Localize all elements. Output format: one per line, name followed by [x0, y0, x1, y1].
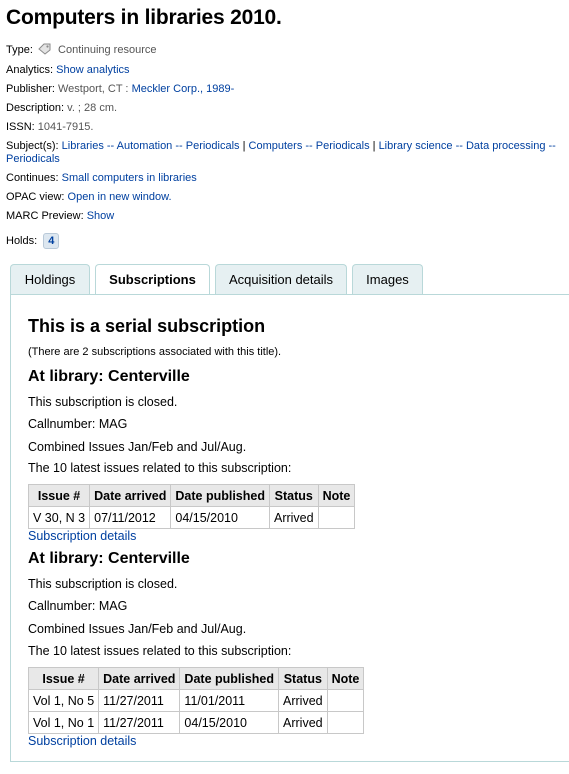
- subscription-count-note: (There are 2 subscriptions associated wi…: [28, 346, 282, 358]
- subjects-row: Subject(s): Libraries -- Automation -- P…: [6, 140, 566, 166]
- cell-date-published: 11/01/2011: [179, 689, 280, 712]
- library-heading: At library: Centerville: [28, 368, 190, 385]
- subscription-details-link[interactable]: Subscription details: [28, 734, 136, 748]
- table-row: V 30, N 3 07/11/2012 04/15/2010 Arrived: [27, 506, 356, 529]
- description-row: Description: v. ; 28 cm.: [6, 102, 117, 115]
- subject-separator: |: [239, 140, 249, 152]
- cell-issue: Vol 1, No 5: [27, 689, 100, 712]
- table-header-row: Issue # Date arrived Date published Stat…: [27, 484, 356, 507]
- cell-issue: Vol 1, No 1: [27, 711, 100, 734]
- cell-date-arrived: 11/27/2011: [98, 689, 181, 712]
- cell-date-arrived: 11/27/2011: [98, 711, 181, 734]
- subscription-status-text: This subscription is closed.: [28, 577, 178, 591]
- col-date-arrived: Date arrived: [98, 667, 181, 690]
- table-row: Vol 1, No 5 11/27/2011 11/01/2011 Arrive…: [27, 689, 365, 712]
- type-row: Type: Continuing resource: [6, 43, 156, 59]
- cell-status: Arrived: [268, 506, 319, 529]
- combined-issues-text: Combined Issues Jan/Feb and Jul/Aug.: [28, 440, 247, 454]
- cell-date-arrived: 07/11/2012: [89, 506, 172, 529]
- col-status: Status: [278, 667, 328, 690]
- subscription-details-link[interactable]: Subscription details: [28, 529, 136, 543]
- col-issue-number: Issue #: [27, 484, 91, 507]
- table-header-row: Issue # Date arrived Date published Stat…: [27, 667, 365, 690]
- col-date-published: Date published: [170, 484, 270, 507]
- callnumber-text: Callnumber: MAG: [28, 599, 128, 613]
- cell-note: [326, 689, 365, 712]
- analytics-row: Analytics: Show analytics: [6, 64, 130, 77]
- subscription-heading: This is a serial subscription: [28, 316, 266, 336]
- opac-row: OPAC view: Open in new window.: [6, 191, 172, 204]
- callnumber-text: Callnumber: MAG: [28, 417, 128, 431]
- cell-status: Arrived: [278, 689, 328, 712]
- subjects-label: Subject(s):: [6, 140, 59, 152]
- col-issue-number: Issue #: [27, 667, 100, 690]
- tab-acquisition-details[interactable]: Acquisition details: [215, 264, 347, 294]
- issues-table: Issue # Date arrived Date published Stat…: [27, 484, 356, 529]
- col-note: Note: [326, 667, 365, 690]
- marc-show-link[interactable]: Show: [87, 210, 115, 222]
- subscription-status-text: This subscription is closed.: [28, 395, 178, 409]
- cell-status: Arrived: [278, 711, 328, 734]
- cell-note: [326, 711, 365, 734]
- issues-table: Issue # Date arrived Date published Stat…: [27, 667, 365, 734]
- table-row: Vol 1, No 1 11/27/2011 04/15/2010 Arrive…: [27, 711, 365, 734]
- subject-link[interactable]: Computers -- Periodicals: [249, 140, 370, 152]
- cell-date-published: 04/15/2010: [179, 711, 280, 734]
- issn-row: ISSN: 1041-7915.: [6, 121, 93, 134]
- combined-issues-text: Combined Issues Jan/Feb and Jul/Aug.: [28, 622, 247, 636]
- subscriptions-panel: This is a serial subscription (There are…: [10, 294, 569, 762]
- show-analytics-link[interactable]: Show analytics: [56, 64, 129, 76]
- opac-link[interactable]: Open in new window.: [68, 191, 172, 203]
- tab-holdings[interactable]: Holdings: [10, 264, 90, 294]
- holds-label: Holds:: [6, 235, 38, 247]
- description-label: Description:: [6, 102, 65, 114]
- cell-date-published: 04/15/2010: [170, 506, 270, 529]
- continues-link[interactable]: Small computers in libraries: [62, 172, 197, 184]
- latest-issues-text: The 10 latest issues related to this sub…: [28, 461, 292, 475]
- publisher-label: Publisher:: [6, 83, 55, 95]
- subject-link[interactable]: Libraries -- Automation -- Periodicals: [62, 140, 240, 152]
- col-date-published: Date published: [179, 667, 280, 690]
- continues-row: Continues: Small computers in libraries: [6, 172, 197, 185]
- type-label: Type:: [6, 44, 33, 56]
- marc-row: MARC Preview: Show: [6, 210, 114, 223]
- issn-label: ISSN:: [6, 121, 35, 133]
- tab-subscriptions[interactable]: Subscriptions: [95, 264, 210, 296]
- tag-icon: [38, 43, 52, 59]
- library-heading: At library: Centerville: [28, 550, 190, 567]
- page-title: Computers in libraries 2010.: [6, 6, 282, 29]
- cell-note: [317, 506, 356, 529]
- type-value: Continuing resource: [58, 44, 157, 56]
- tab-images[interactable]: Images: [352, 264, 423, 294]
- cell-issue: V 30, N 3: [27, 506, 91, 529]
- subject-separator: |: [369, 140, 379, 152]
- col-date-arrived: Date arrived: [89, 484, 172, 507]
- publisher-place: Westport, CT :: [57, 83, 129, 95]
- latest-issues-text: The 10 latest issues related to this sub…: [28, 644, 292, 658]
- issn-value: 1041-7915.: [37, 121, 94, 133]
- holds-count-badge[interactable]: 4: [43, 233, 60, 249]
- description-value: v. ; 28 cm.: [67, 102, 118, 114]
- publisher-link[interactable]: Meckler Corp., 1989-: [132, 83, 235, 95]
- col-status: Status: [268, 484, 319, 507]
- publisher-row: Publisher: Westport, CT : Meckler Corp.,…: [6, 83, 234, 96]
- opac-label: OPAC view:: [6, 191, 65, 203]
- holds-row: Holds: 4: [6, 233, 60, 249]
- analytics-label: Analytics:: [6, 64, 54, 76]
- continues-label: Continues:: [6, 172, 59, 184]
- col-note: Note: [317, 484, 356, 507]
- marc-label: MARC Preview:: [6, 210, 84, 222]
